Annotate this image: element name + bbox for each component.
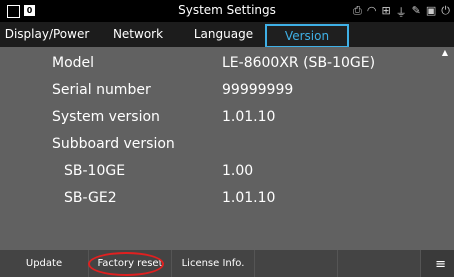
menu-icon[interactable]: ≡ bbox=[435, 257, 446, 272]
wrench-icon: ✎ bbox=[411, 4, 421, 17]
usb-icon: ⏚ bbox=[395, 6, 407, 19]
empty-button-2 bbox=[338, 250, 421, 277]
empty-button-1 bbox=[255, 250, 338, 277]
power-icon: ⏻ bbox=[441, 4, 450, 17]
sb10ge-value: 1.00 bbox=[222, 163, 254, 179]
serial-label: Serial number bbox=[52, 82, 151, 98]
network-icon: ⊞ bbox=[381, 4, 391, 17]
printer-icon: ⎙ bbox=[353, 4, 362, 17]
model-label: Model bbox=[52, 55, 95, 71]
sbge2-value: 1.01.10 bbox=[222, 190, 276, 206]
highlight-ellipse bbox=[88, 252, 164, 276]
status-bar: 0 System Settings ⎙ ◠ ⊞ ⏚ ✎ ▣ ⏻ bbox=[0, 0, 454, 22]
sb10ge-label: SB-10GE bbox=[64, 163, 126, 179]
tab-bar: Display/Power Network Language Version bbox=[0, 22, 454, 48]
scroll-up-icon[interactable]: ▲ bbox=[442, 48, 448, 57]
tab-language[interactable]: Language bbox=[182, 22, 265, 47]
sbge2-label: SB-GE2 bbox=[64, 190, 117, 206]
tab-display-power[interactable]: Display/Power bbox=[0, 22, 94, 47]
license-info-button[interactable]: License Info. bbox=[172, 250, 255, 277]
lock-icon: ▣ bbox=[425, 4, 437, 17]
bottom-button-bar: Update Factory reset License Info. bbox=[0, 250, 454, 277]
subboard-version-label: Subboard version bbox=[52, 136, 175, 152]
serial-value: 99999999 bbox=[222, 82, 294, 98]
tab-version[interactable]: Version bbox=[265, 24, 349, 48]
status-right-icons: ⎙ ◠ ⊞ ⏚ ✎ ▣ ⏻ bbox=[353, 4, 450, 20]
model-value: LE-8600XR (SB-10GE) bbox=[222, 55, 376, 71]
update-button[interactable]: Update bbox=[0, 250, 89, 277]
system-version-label: System version bbox=[52, 109, 160, 125]
system-version-value: 1.01.10 bbox=[222, 109, 276, 125]
tab-network[interactable]: Network bbox=[94, 22, 182, 47]
wifi-icon: ◠ bbox=[366, 4, 377, 17]
